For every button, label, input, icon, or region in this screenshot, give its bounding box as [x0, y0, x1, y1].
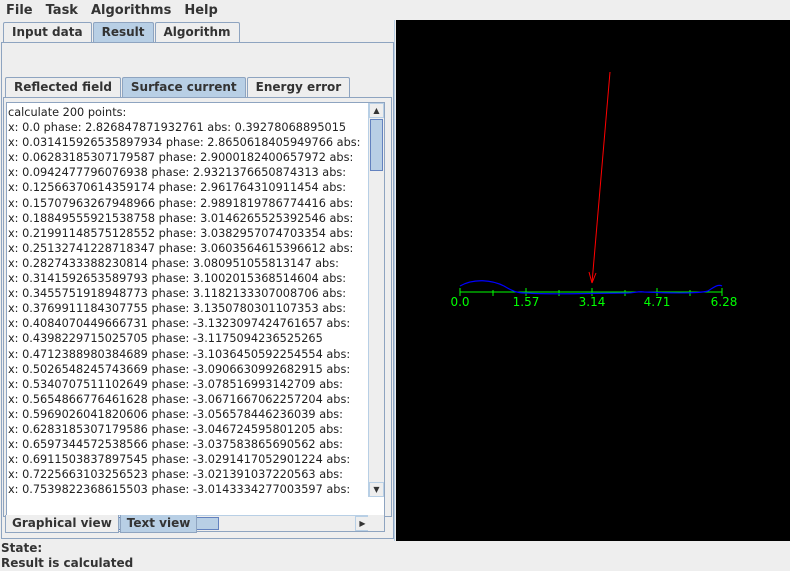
tick-label-3: 4.71 [644, 295, 671, 309]
visualization-canvas: 0.0 1.57 3.14 4.71 6.28 [396, 20, 790, 541]
tick-label-2: 3.14 [579, 295, 606, 309]
tab-graphical-view[interactable]: Graphical view [5, 515, 119, 533]
tick-label-0: 0.0 [450, 295, 469, 309]
scroll-down-icon[interactable]: ▼ [369, 482, 384, 497]
scroll-corner [368, 515, 384, 531]
text-line: x: 0.3455751918948773 phase: 3.118213330… [8, 287, 347, 301]
menu-file[interactable]: File [0, 3, 40, 18]
tab-input-data[interactable]: Input data [3, 22, 92, 42]
tab-result[interactable]: Result [92, 22, 154, 42]
status-bar: State: Result is calculated [0, 541, 790, 571]
menu-bar: File Task Algorithms Help [0, 0, 790, 20]
text-line: x: 0.25132741228718347 phase: 3.06035646… [8, 241, 354, 255]
text-line: x: 0.5969026041820606 phase: -3.05657844… [8, 407, 343, 421]
text-line: x: 0.5654866776461628 phase: -3.06716670… [8, 392, 351, 406]
text-line: x: 0.3141592653589793 phase: 3.100201536… [8, 272, 347, 286]
text-line: calculate 200 points: [8, 106, 127, 119]
text-line: x: 0.5340707511102649 phase: -3.07851699… [8, 377, 343, 391]
text-line: x: 0.6597344572538566 phase: -3.03758386… [8, 438, 343, 452]
tick-label-4: 6.28 [711, 295, 738, 309]
result-panel: Input data Result Algorithm Reflected fi… [0, 20, 395, 541]
menu-task[interactable]: Task [40, 3, 85, 18]
text-line: x: 0.2827433388230814 phase: 3.080951055… [8, 256, 339, 270]
text-line: x: 0.21991148575128552 phase: 3.03829570… [8, 226, 354, 240]
tab-energy-error[interactable]: Energy error [246, 77, 351, 97]
result-text-lines: calculate 200 points: x: 0.0 phase: 2.826… [8, 105, 370, 495]
text-line: x: 0.4084070449666731 phase: -3.13230974… [8, 317, 351, 331]
text-line: x: 0.12566370614359174 phase: 2.96176431… [8, 181, 347, 195]
vertical-scroll-thumb[interactable] [370, 119, 383, 171]
text-line: x: 0.7539822368615503 phase: -3.01433342… [8, 483, 351, 495]
text-line: x: 0.4712388980384689 phase: -3.10364505… [8, 347, 351, 361]
text-line: x: 0.0942477796076938 phase: 2.932137665… [8, 166, 347, 180]
text-line: x: 0.5026548245743669 phase: -3.09066309… [8, 362, 351, 376]
tick-label-1: 1.57 [513, 295, 540, 309]
text-line: x: 0.6911503837897545 phase: -3.02914170… [8, 453, 351, 467]
text-line: x: 0.6283185307179586 phase: -3.04672459… [8, 422, 343, 436]
tab-text-view[interactable]: Text view [119, 515, 198, 533]
canvas-svg: 0.0 1.57 3.14 4.71 6.28 [450, 71, 738, 309]
status-label: State: [1, 541, 43, 555]
tab-surface-current[interactable]: Surface current [121, 77, 246, 97]
main-tabs: Input data Result Algorithm [3, 22, 241, 42]
text-line: x: 0.7225663103256523 phase: -3.02139103… [8, 468, 343, 482]
text-line: x: 0.0 phase: 2.826847871932761 abs: 0.3… [8, 121, 347, 135]
vertical-scrollbar[interactable]: ▲ ▼ [368, 103, 384, 497]
text-line: x: 0.06283185307179587 phase: 2.90001824… [8, 151, 354, 165]
text-line: x: 0.4398229715025705 phase: -3.11750942… [8, 332, 323, 346]
text-line: x: 0.18849555921538758 phase: 3.01462655… [8, 211, 354, 225]
text-line: x: 0.3769911184307755 phase: 3.135078030… [8, 302, 347, 316]
menu-algorithms[interactable]: Algorithms [85, 3, 178, 18]
view-tabs: Graphical view Text view [5, 515, 198, 533]
text-line: x: 0.15707963267948966 phase: 2.98918197… [8, 196, 354, 210]
result-tabs: Reflected field Surface current Energy e… [5, 77, 351, 97]
incident-wave-arrow [591, 71, 611, 284]
scroll-up-icon[interactable]: ▲ [369, 103, 384, 118]
menu-help[interactable]: Help [178, 3, 224, 18]
status-message: Result is calculated [1, 556, 134, 570]
tab-algorithm[interactable]: Algorithm [154, 22, 240, 42]
text-line: x: 0.031415926535897934 phase: 2.8650618… [8, 136, 361, 150]
tab-reflected-field[interactable]: Reflected field [5, 77, 121, 97]
result-text-area[interactable]: calculate 200 points: x: 0.0 phase: 2.826… [6, 102, 385, 532]
